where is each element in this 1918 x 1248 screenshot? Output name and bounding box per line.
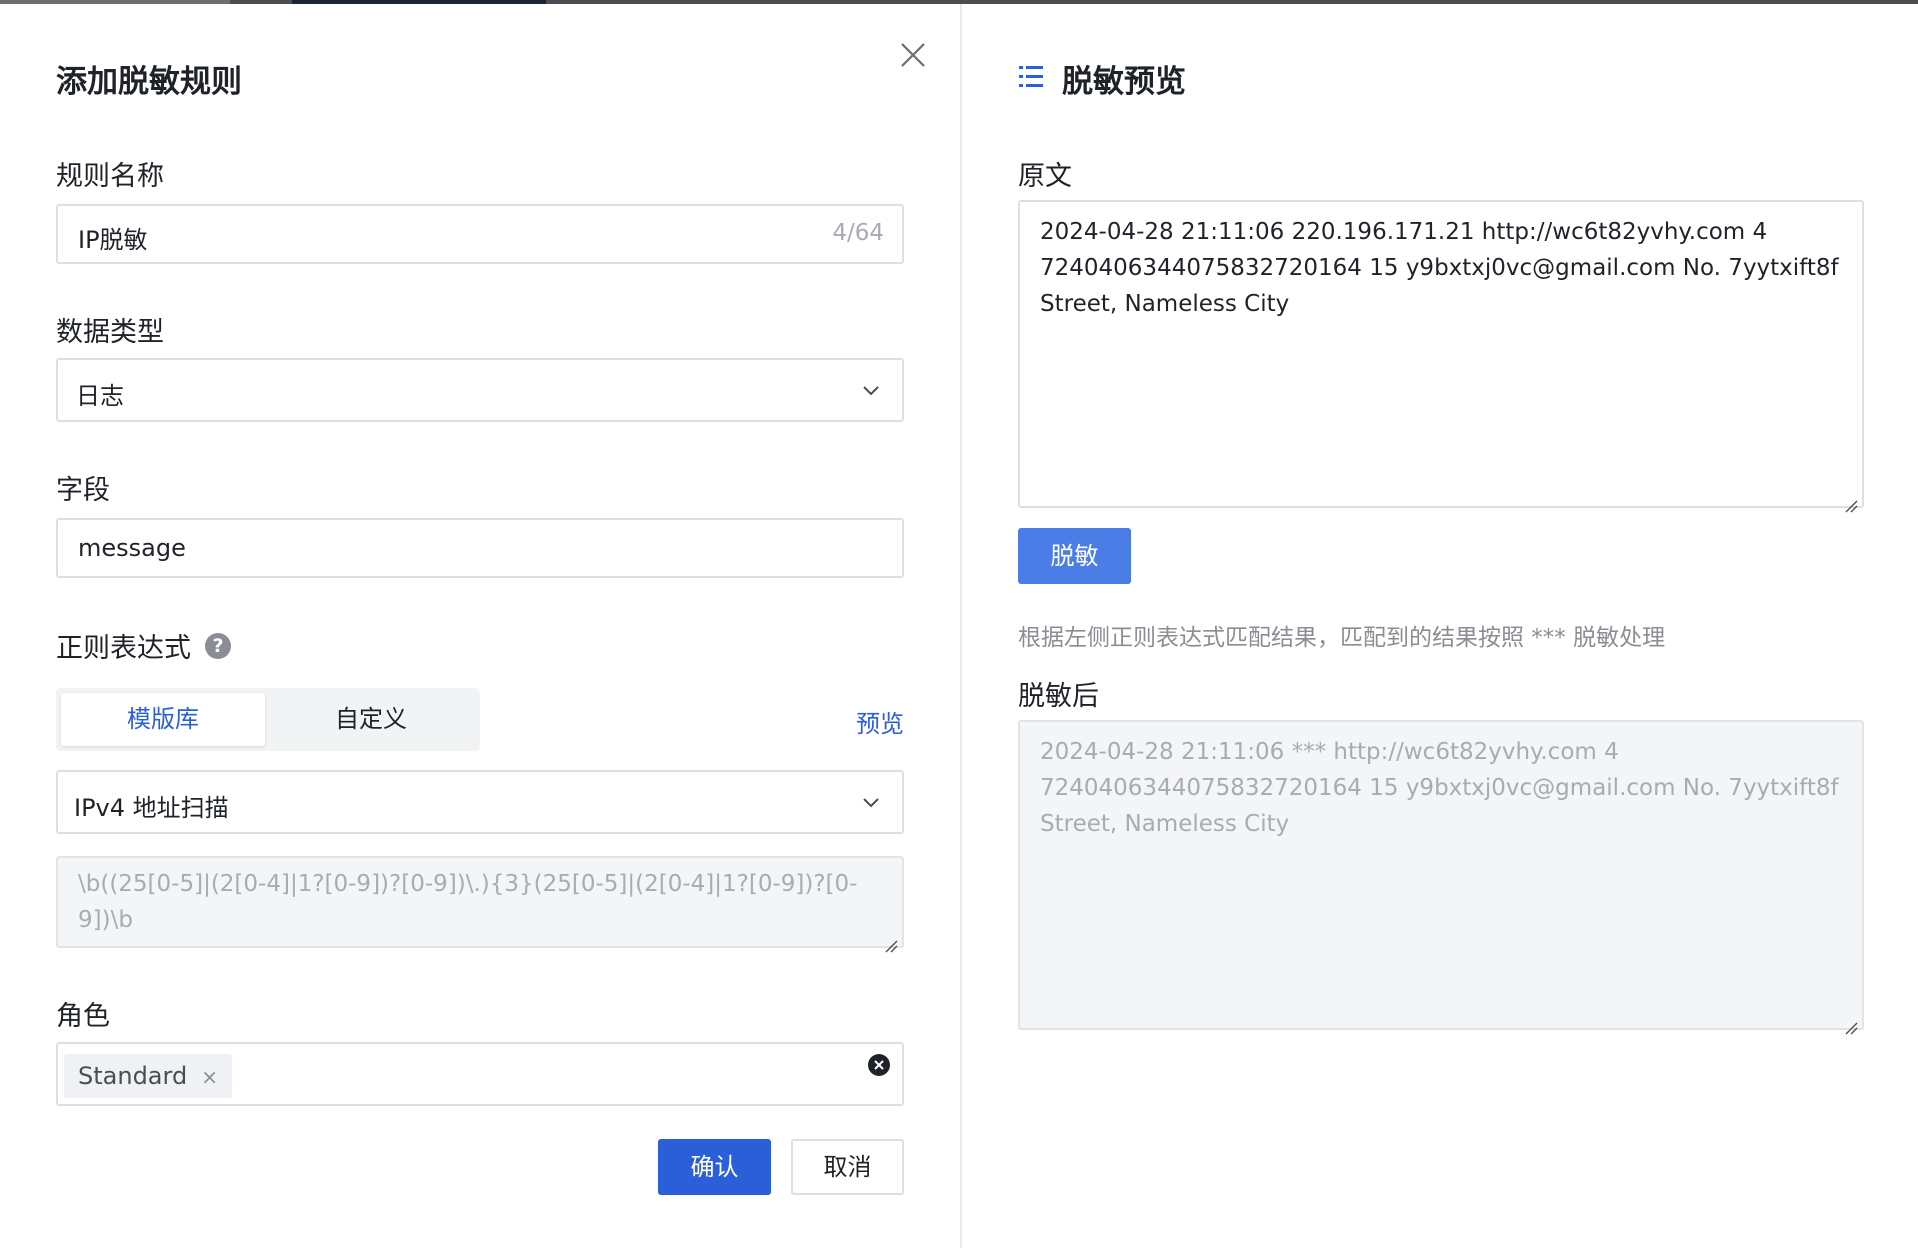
- masked-result-textarea: 2024-04-28 21:11:06 *** http://wc6t82yvh…: [1018, 720, 1864, 1035]
- role-select[interactable]: Standard ×: [56, 1042, 904, 1106]
- data-type-select[interactable]: 日志: [56, 358, 904, 422]
- regex-mode-tabs: 模版库 自定义: [56, 688, 480, 751]
- original-text-textarea[interactable]: 2024-04-28 21:11:06 220.196.171.21 http:…: [1018, 200, 1864, 513]
- regex-template-value: IPv4 地址扫描: [74, 794, 229, 822]
- role-label: 角色: [56, 1001, 110, 1032]
- char-counter: 4/64: [832, 220, 884, 246]
- data-type-label: 数据类型: [56, 317, 164, 348]
- field-label: 字段: [56, 475, 110, 506]
- tab-template-library[interactable]: 模版库: [61, 693, 265, 746]
- mask-preview-panel: 脱敏预览 原文 2024-04-28 21:11:06 220.196.171.…: [962, 4, 1918, 1248]
- original-text-label: 原文: [1018, 161, 1072, 192]
- close-icon[interactable]: [898, 40, 928, 70]
- field-value: message: [78, 534, 186, 562]
- regex-template-select[interactable]: IPv4 地址扫描: [56, 770, 904, 834]
- regex-expression-text: \b((25[0-5]|(2[0-4]|1?[0-9])?[0-9])\.){3…: [78, 871, 858, 933]
- list-icon: [1018, 64, 1044, 90]
- tab-custom[interactable]: 自定义: [269, 693, 473, 746]
- preview-title: 脱敏预览: [1062, 64, 1186, 100]
- help-icon[interactable]: ?: [205, 633, 231, 659]
- rule-name-input[interactable]: IP脱敏 4/64: [56, 204, 904, 264]
- mask-button[interactable]: 脱敏: [1018, 528, 1131, 584]
- dialog-title: 添加脱敏规则: [56, 64, 242, 100]
- resize-handle-icon[interactable]: [1844, 1010, 1858, 1035]
- preview-link[interactable]: 预览: [856, 704, 904, 739]
- field-input[interactable]: message: [56, 518, 904, 578]
- regex-expression-textarea: \b((25[0-5]|(2[0-4]|1?[0-9])?[0-9])\.){3…: [56, 856, 904, 953]
- role-tag: Standard ×: [64, 1054, 232, 1098]
- chevron-down-icon: [860, 791, 882, 813]
- masked-result-label: 脱敏后: [1018, 681, 1099, 712]
- regex-label: 正则表达式: [56, 633, 191, 664]
- original-text-content: 2024-04-28 21:11:06 220.196.171.21 http:…: [1040, 219, 1839, 317]
- remove-tag-icon[interactable]: ×: [201, 1055, 218, 1099]
- masked-result-content: 2024-04-28 21:11:06 *** http://wc6t82yvh…: [1040, 739, 1839, 837]
- confirm-button[interactable]: 确认: [658, 1139, 771, 1195]
- chevron-down-icon: [860, 379, 882, 401]
- rule-name-value: IP脱敏: [78, 226, 148, 254]
- data-type-value: 日志: [76, 382, 124, 410]
- clear-icon[interactable]: [868, 1054, 890, 1076]
- resize-handle-icon[interactable]: [1844, 488, 1858, 513]
- rule-name-label: 规则名称: [56, 161, 164, 192]
- role-tag-label: Standard: [78, 1062, 188, 1090]
- cancel-button[interactable]: 取消: [791, 1139, 904, 1195]
- resize-handle-icon[interactable]: [884, 928, 898, 953]
- add-rule-dialog: 添加脱敏规则 规则名称 IP脱敏 4/64 数据类型 日志 字段 message…: [0, 4, 960, 1248]
- mask-hint-text: 根据左侧正则表达式匹配结果，匹配到的结果按照 *** 脱敏处理: [1018, 625, 1666, 651]
